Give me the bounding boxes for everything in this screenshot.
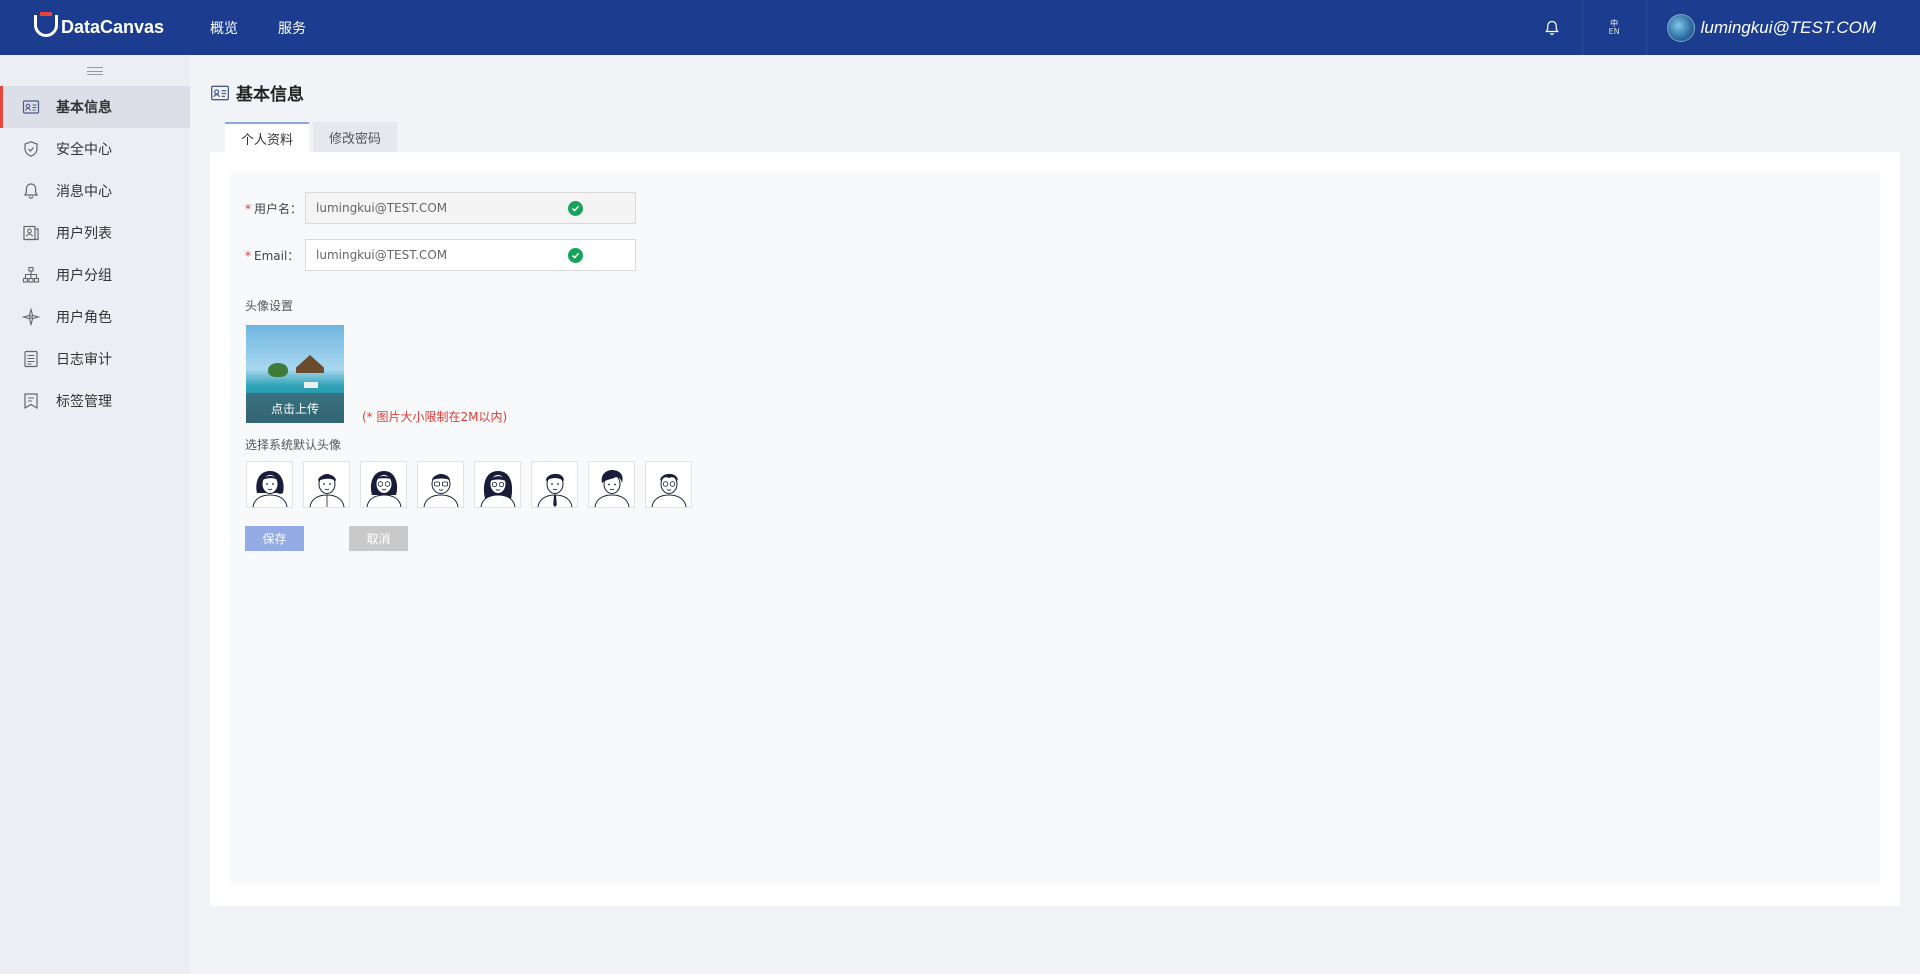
sidebar-item-label: 安全中心 xyxy=(56,142,112,158)
bell-icon xyxy=(1545,20,1559,35)
sidebar: 基本信息 安全中心 消息中心 用户列表 用户分组 用户角色 日志审计 标签管理 xyxy=(0,55,190,974)
check-circle-icon xyxy=(568,201,583,216)
profile-card-icon xyxy=(211,85,229,100)
size-limit-note: (* 图片大小限制在2M以内) xyxy=(362,410,508,424)
sidebar-item-user-groups[interactable]: 用户分组 xyxy=(0,254,190,296)
tab-profile[interactable]: 个人资料 xyxy=(225,122,310,152)
avatar xyxy=(1666,13,1695,42)
palm-shape xyxy=(268,363,288,377)
topnav-item-services[interactable]: 服务 xyxy=(278,18,306,38)
default-avatar-7[interactable] xyxy=(588,461,635,508)
avatar-upload-button[interactable]: 点击上传 xyxy=(246,325,344,423)
profile-form: * 用户名： lumingkui@TEST.COM * Email： lumingk… xyxy=(230,172,1880,884)
check-circle-icon xyxy=(568,248,583,263)
language-switch[interactable]: 中 EN xyxy=(1583,0,1647,55)
page-header: 基本信息 xyxy=(210,80,304,105)
sidebar-item-label: 用户分组 xyxy=(56,268,112,284)
sidebar-item-label: 消息中心 xyxy=(56,184,112,200)
brand-logo[interactable]: DataCanvas xyxy=(0,0,190,55)
email-field[interactable]: lumingkui@TEST.COM xyxy=(305,239,636,271)
sidebar-item-user-list[interactable]: 用户列表 xyxy=(0,212,190,254)
boat-shape xyxy=(304,382,318,388)
female-avatar-icon xyxy=(252,471,287,507)
sidebar-item-label: 用户角色 xyxy=(56,310,112,326)
sidebar-item-audit-log[interactable]: 日志审计 xyxy=(0,338,190,380)
username-field[interactable]: lumingkui@TEST.COM xyxy=(305,192,636,224)
male-curly-avatar-icon xyxy=(594,470,629,507)
male-glasses-2-avatar-icon xyxy=(651,473,686,507)
notification-button[interactable] xyxy=(1523,0,1583,55)
topnav-item-overview[interactable]: 概览 xyxy=(210,18,238,38)
tab-change-password[interactable]: 修改密码 xyxy=(313,122,398,152)
username-label-text: 用户名： xyxy=(254,201,303,216)
avatar-section-label: 头像设置 xyxy=(245,299,294,313)
brand-name: DataCanvas xyxy=(61,17,165,37)
language-icon: 中 EN xyxy=(1608,19,1620,36)
page-title: 基本信息 xyxy=(236,85,304,105)
role-star-icon xyxy=(21,307,41,327)
email-label: * Email： xyxy=(245,247,305,264)
sidebar-item-label: 用户列表 xyxy=(56,226,112,242)
male-tie-avatar-icon xyxy=(537,473,572,507)
sidebar-item-user-roles[interactable]: 用户角色 xyxy=(0,296,190,338)
female-glasses-avatar-icon xyxy=(366,471,401,507)
required-mark: * xyxy=(245,248,251,263)
lang-en: EN xyxy=(1608,26,1620,36)
profile-card-icon xyxy=(21,97,41,117)
sidebar-item-tag-management[interactable]: 标签管理 xyxy=(0,380,190,422)
logo-mark-icon xyxy=(34,11,58,37)
default-avatar-2[interactable] xyxy=(303,461,350,508)
email-value: lumingkui@TEST.COM xyxy=(316,248,448,262)
default-avatar-3[interactable] xyxy=(360,461,407,508)
default-avatar-label: 选择系统默认头像 xyxy=(245,438,342,452)
menu-icon xyxy=(87,66,103,75)
top-nav: 概览 服务 xyxy=(210,18,346,38)
shield-icon xyxy=(21,139,41,159)
user-list-icon xyxy=(21,223,41,243)
upload-label: 点击上传 xyxy=(246,393,344,423)
org-tree-icon xyxy=(21,265,41,285)
sidebar-collapse-button[interactable] xyxy=(0,55,190,86)
sidebar-item-label: 基本信息 xyxy=(56,100,112,116)
cancel-button[interactable]: 取消 xyxy=(349,526,408,551)
tag-icon xyxy=(21,391,41,411)
bell-icon xyxy=(21,181,41,201)
female-long-hair-avatar-icon xyxy=(480,471,515,507)
sidebar-item-basic-info[interactable]: 基本信息 xyxy=(0,86,190,128)
sidebar-item-label: 日志审计 xyxy=(56,352,112,368)
default-avatar-list xyxy=(246,461,702,508)
tab-bar: 个人资料 修改密码 xyxy=(225,122,398,152)
default-avatar-6[interactable] xyxy=(531,461,578,508)
email-label-text: Email： xyxy=(254,248,300,263)
save-button[interactable]: 保存 xyxy=(245,526,304,551)
sidebar-item-messages[interactable]: 消息中心 xyxy=(0,170,190,212)
default-avatar-1[interactable] xyxy=(246,461,293,508)
sidebar-item-security[interactable]: 安全中心 xyxy=(0,128,190,170)
username-value: lumingkui@TEST.COM xyxy=(316,201,448,215)
male-glasses-avatar-icon xyxy=(423,474,458,507)
log-list-icon xyxy=(21,349,41,369)
user-menu[interactable]: lumingkui@TEST.COM xyxy=(1647,0,1920,55)
username-label: * 用户名： xyxy=(245,200,305,217)
default-avatar-4[interactable] xyxy=(417,461,464,508)
content-card: * 用户名： lumingkui@TEST.COM * Email： lumingk… xyxy=(210,152,1900,906)
username-row: * 用户名： lumingkui@TEST.COM xyxy=(245,192,636,224)
default-avatar-8[interactable] xyxy=(645,461,692,508)
email-row: * Email： lumingkui@TEST.COM xyxy=(245,239,636,271)
username-display: lumingkui@TEST.COM xyxy=(1700,17,1876,37)
required-mark: * xyxy=(245,201,251,216)
default-avatar-5[interactable] xyxy=(474,461,521,508)
male-avatar-icon xyxy=(309,474,344,507)
sidebar-item-label: 标签管理 xyxy=(56,394,112,410)
top-bar: DataCanvas 概览 服务 中 EN lumingkui@TEST.COM xyxy=(0,0,1920,55)
